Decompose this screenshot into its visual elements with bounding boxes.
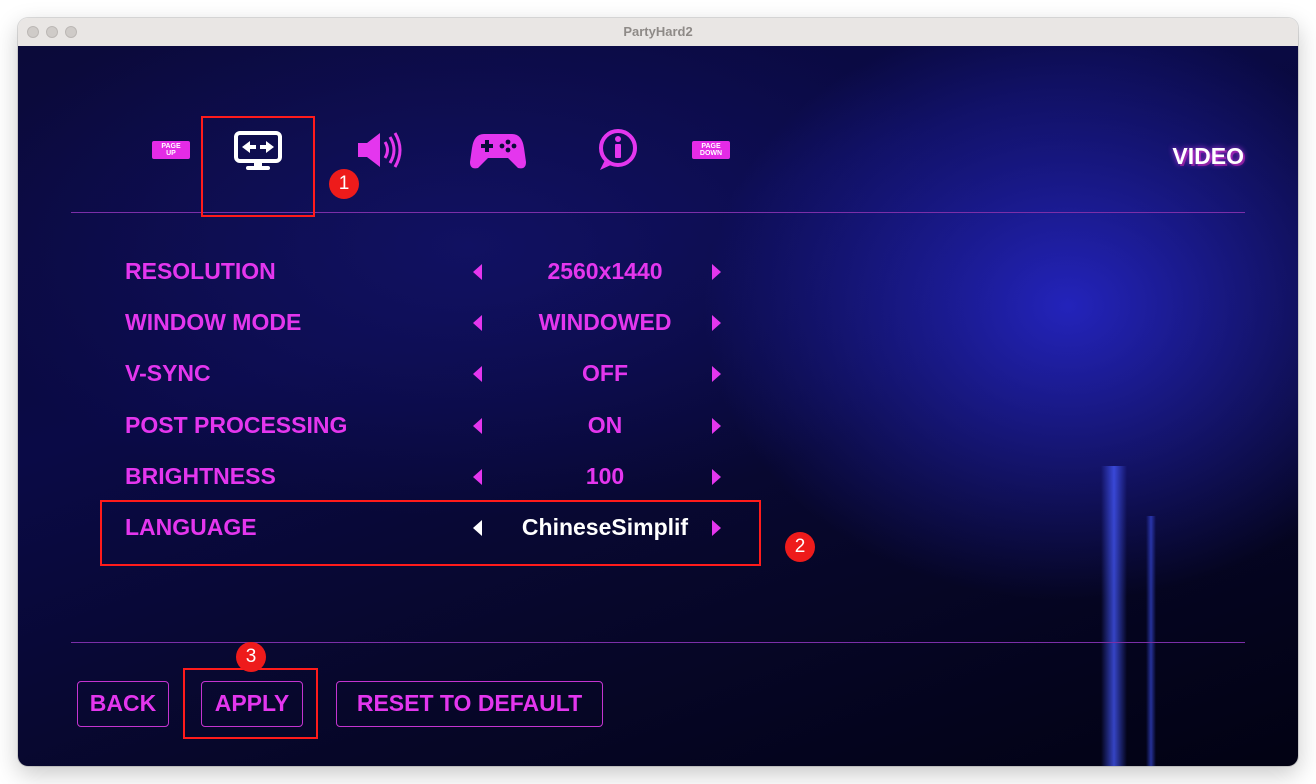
background-light: [1146, 516, 1156, 766]
page-up-badge[interactable]: PAGE UP: [152, 141, 190, 159]
info-icon[interactable]: [596, 128, 640, 174]
background-light: [1101, 466, 1127, 766]
setting-label: RESOLUTION: [125, 258, 276, 284]
speaker-icon[interactable]: [354, 128, 404, 172]
annotation-box-3: [183, 668, 318, 739]
arrow-right-icon[interactable]: [711, 468, 723, 486]
arrow-left-icon[interactable]: [471, 468, 483, 486]
arrow-left-icon[interactable]: [471, 263, 483, 281]
arrow-right-icon[interactable]: [711, 365, 723, 383]
app-window: PartyHard2 PAGE UP PAGE DOWN VIDEO RESOL…: [18, 18, 1298, 766]
setting-value: WINDOWED: [538, 309, 672, 335]
annotation-number-2: 2: [785, 532, 815, 562]
setting-value: 2560x1440: [547, 258, 663, 284]
setting-row-window-mode: WINDOW MODE WINDOWED: [125, 307, 745, 337]
arrow-left-icon[interactable]: [471, 365, 483, 383]
window-title: PartyHard2: [623, 24, 693, 39]
setting-value: ON: [587, 412, 623, 438]
setting-label: POST PROCESSING: [125, 412, 348, 438]
page-down-line2: DOWN: [699, 150, 723, 157]
page-down-badge[interactable]: PAGE DOWN: [692, 141, 730, 159]
setting-row-post-processing: POST PROCESSING ON: [125, 410, 745, 440]
page-up-line2: UP: [166, 150, 176, 157]
page-down-line1: PAGE: [701, 143, 721, 150]
title-bar: PartyHard2: [18, 18, 1298, 47]
setting-row-vsync: V-SYNC OFF: [125, 358, 745, 388]
setting-label: V-SYNC: [125, 360, 211, 386]
setting-label: WINDOW MODE: [125, 309, 302, 335]
setting-value: OFF: [582, 360, 628, 386]
arrow-left-icon[interactable]: [471, 417, 483, 435]
arrow-right-icon[interactable]: [711, 417, 723, 435]
arrow-left-icon[interactable]: [471, 314, 483, 332]
setting-row-brightness: BRIGHTNESS 100: [125, 461, 745, 491]
page-up-line1: PAGE: [161, 143, 181, 150]
setting-value: 100: [585, 463, 625, 489]
game-viewport: PAGE UP PAGE DOWN VIDEO RESOLUTION 2560x…: [18, 46, 1298, 766]
annotation-number-1: 1: [329, 169, 359, 199]
setting-row-resolution: RESOLUTION 2560x1440: [125, 256, 745, 286]
annotation-box-1: [201, 116, 315, 217]
back-button[interactable]: BACK: [77, 681, 169, 727]
arrow-right-icon[interactable]: [711, 314, 723, 332]
annotation-box-2: [100, 500, 761, 566]
arrow-right-icon[interactable]: [711, 263, 723, 281]
gamepad-icon[interactable]: [470, 130, 526, 170]
reset-to-default-button[interactable]: RESET TO DEFAULT: [336, 681, 603, 727]
annotation-number-3: 3: [236, 642, 266, 672]
screen-title: VIDEO: [1172, 143, 1244, 169]
setting-label: BRIGHTNESS: [125, 463, 276, 489]
